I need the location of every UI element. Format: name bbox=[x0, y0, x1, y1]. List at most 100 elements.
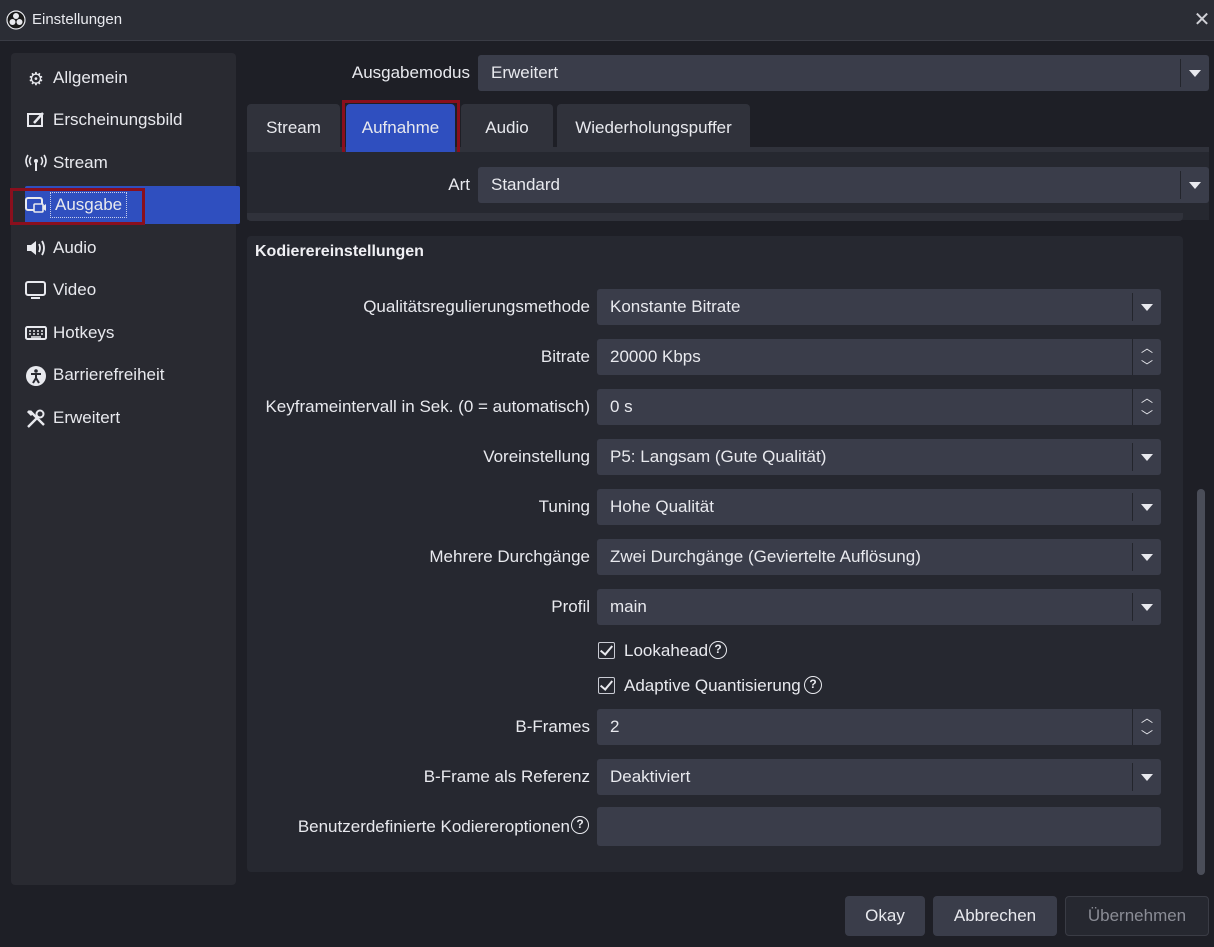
output-mode-value: Erweitert bbox=[491, 63, 559, 82]
bframe-ref-label: B-Frame als Referenz bbox=[423, 767, 590, 786]
chevron-down-icon[interactable] bbox=[1132, 443, 1161, 471]
sidebar-item-label: Barrierefreiheit bbox=[53, 365, 165, 384]
stepper: ︿ ﹀ bbox=[1132, 389, 1161, 425]
chevron-up-icon[interactable]: ︿ bbox=[1141, 392, 1153, 404]
sidebar-item-label: Video bbox=[53, 280, 97, 299]
speaker-icon bbox=[25, 238, 47, 260]
bitrate-value: 20000 Kbps bbox=[610, 347, 701, 366]
ok-button[interactable]: Okay bbox=[845, 896, 925, 936]
sidebar-item-label: Erscheinungsbild bbox=[53, 110, 183, 129]
tab-stream[interactable]: Stream bbox=[247, 104, 340, 152]
sidebar-item-barrierefreiheit[interactable]: Barrierefreiheit bbox=[25, 356, 237, 394]
sidebar-item-video[interactable]: Video bbox=[25, 271, 237, 309]
scrollbar-thumb[interactable] bbox=[1197, 489, 1205, 875]
keyboard-icon bbox=[25, 323, 47, 345]
bframes-spinbox[interactable]: 2 ︿ ﹀ bbox=[597, 709, 1161, 745]
chevron-down-icon[interactable] bbox=[1180, 59, 1209, 87]
multipass-label: Mehrere Durchgänge bbox=[429, 547, 590, 566]
appearance-icon bbox=[25, 110, 47, 132]
sidebar-item-stream[interactable]: Stream bbox=[25, 144, 237, 182]
monitor-icon bbox=[25, 280, 47, 302]
tab-audio[interactable]: Audio bbox=[461, 104, 553, 152]
chevron-down-icon[interactable] bbox=[1132, 293, 1161, 321]
sidebar-item-erscheinungsbild[interactable]: Erscheinungsbild bbox=[25, 101, 237, 139]
tab-wiederholungspuffer[interactable]: Wiederholungspuffer bbox=[557, 104, 750, 152]
rate-control-label: Qualitätsregulierungsmethode bbox=[363, 297, 590, 316]
rate-control-select[interactable]: Konstante Bitrate bbox=[597, 289, 1161, 325]
tuning-label: Tuning bbox=[538, 497, 590, 516]
tuning-select[interactable]: Hohe Qualität bbox=[597, 489, 1161, 525]
preset-label: Voreinstellung bbox=[483, 447, 590, 466]
adaptive-quant-checkbox[interactable] bbox=[598, 677, 615, 694]
tab-aufnahme[interactable]: Aufnahme bbox=[346, 104, 455, 152]
sidebar-item-label: Erweitert bbox=[53, 408, 121, 427]
multipass-select[interactable]: Zwei Durchgänge (Geviertelte Auflösung) bbox=[597, 539, 1161, 575]
tab-label: Audio bbox=[485, 118, 529, 137]
sidebar-item-ausgabe[interactable]: Ausgabe bbox=[25, 186, 240, 224]
bframe-ref-value: Deaktiviert bbox=[610, 767, 691, 786]
sidebar-item-hotkeys[interactable]: Hotkeys bbox=[25, 314, 237, 352]
tab-label: Stream bbox=[266, 118, 321, 137]
adaptive-quant-label: Adaptive Quantisierung bbox=[624, 676, 801, 695]
profile-select[interactable]: main bbox=[597, 589, 1161, 625]
gear-icon: ⚙ bbox=[27, 69, 45, 89]
type-label: Art bbox=[448, 175, 470, 194]
bitrate-spinbox[interactable]: 20000 Kbps ︿ ﹀ bbox=[597, 339, 1161, 375]
chevron-down-icon[interactable] bbox=[1180, 171, 1209, 199]
sidebar-item-label: Allgemein bbox=[53, 68, 128, 87]
type-select[interactable]: Standard bbox=[478, 167, 1209, 203]
section-divider bbox=[247, 213, 1183, 221]
sidebar-item-allgemein[interactable]: ⚙ Allgemein bbox=[25, 59, 237, 97]
bitrate-label: Bitrate bbox=[540, 347, 590, 366]
bframes-value: 2 bbox=[610, 717, 620, 736]
sidebar-item-label: Hotkeys bbox=[53, 323, 115, 342]
chevron-down-icon[interactable]: ﹀ bbox=[1141, 360, 1153, 372]
sidebar-item-audio[interactable]: Audio bbox=[25, 229, 237, 267]
keyframe-spinbox[interactable]: 0 s ︿ ﹀ bbox=[597, 389, 1161, 425]
tuning-value: Hohe Qualität bbox=[610, 497, 714, 516]
chevron-down-icon[interactable]: ﹀ bbox=[1141, 730, 1153, 742]
sidebar-item-label: Stream bbox=[53, 153, 108, 172]
rate-control-value: Konstante Bitrate bbox=[610, 297, 741, 316]
title-bar bbox=[0, 0, 1214, 41]
encoder-settings-title: Kodierereinstellungen bbox=[255, 243, 424, 260]
apply-button[interactable]: Übernehmen bbox=[1065, 896, 1209, 936]
close-icon[interactable]: ✕ bbox=[1192, 10, 1212, 30]
cancel-button[interactable]: Abbrechen bbox=[933, 896, 1057, 936]
chevron-down-icon[interactable]: ﹀ bbox=[1141, 410, 1153, 422]
profile-value: main bbox=[610, 597, 647, 616]
lookahead-label: Lookahead bbox=[624, 641, 709, 660]
profile-label: Profil bbox=[551, 597, 590, 616]
output-mode-label: Ausgabemodus bbox=[351, 63, 470, 82]
bframes-label: B-Frames bbox=[515, 717, 590, 736]
help-icon[interactable]: ? bbox=[571, 816, 589, 834]
accessibility-icon bbox=[25, 365, 47, 387]
chevron-up-icon[interactable]: ︿ bbox=[1141, 342, 1153, 354]
output-mode-select[interactable]: Erweitert bbox=[478, 55, 1209, 91]
chevron-down-icon[interactable] bbox=[1132, 493, 1161, 521]
preset-select[interactable]: P5: Langsam (Gute Qualität) bbox=[597, 439, 1161, 475]
preset-value: P5: Langsam (Gute Qualität) bbox=[610, 447, 827, 466]
multipass-value: Zwei Durchgänge (Geviertelte Auflösung) bbox=[610, 547, 921, 566]
chevron-down-icon[interactable] bbox=[1132, 763, 1161, 791]
chevron-down-icon[interactable] bbox=[1132, 543, 1161, 571]
chevron-up-icon[interactable]: ︿ bbox=[1141, 712, 1153, 724]
broadcast-icon bbox=[25, 153, 47, 175]
sidebar-item-label: Ausgabe bbox=[49, 192, 128, 218]
help-icon[interactable]: ? bbox=[709, 641, 727, 659]
custom-options-label: Benutzerdefinierte Kodiereroptionen bbox=[297, 817, 570, 836]
sidebar-item-label: Audio bbox=[53, 238, 97, 257]
sidebar: ⚙ Allgemein Erscheinungsbild Stream Ausg… bbox=[11, 53, 240, 885]
custom-options-input[interactable] bbox=[597, 807, 1161, 846]
window-title: Einstellungen bbox=[32, 11, 123, 28]
tab-label: Aufnahme bbox=[361, 118, 440, 137]
chevron-down-icon[interactable] bbox=[1132, 593, 1161, 621]
keyframe-label: Keyframeintervall in Sek. (0 = automatis… bbox=[265, 397, 590, 416]
obs-logo-icon bbox=[6, 10, 26, 30]
output-icon bbox=[25, 195, 47, 217]
type-value: Standard bbox=[491, 175, 560, 194]
bframe-ref-select[interactable]: Deaktiviert bbox=[597, 759, 1161, 795]
help-icon[interactable]: ? bbox=[804, 676, 822, 694]
keyframe-value: 0 s bbox=[610, 397, 633, 416]
lookahead-checkbox[interactable] bbox=[598, 642, 615, 659]
